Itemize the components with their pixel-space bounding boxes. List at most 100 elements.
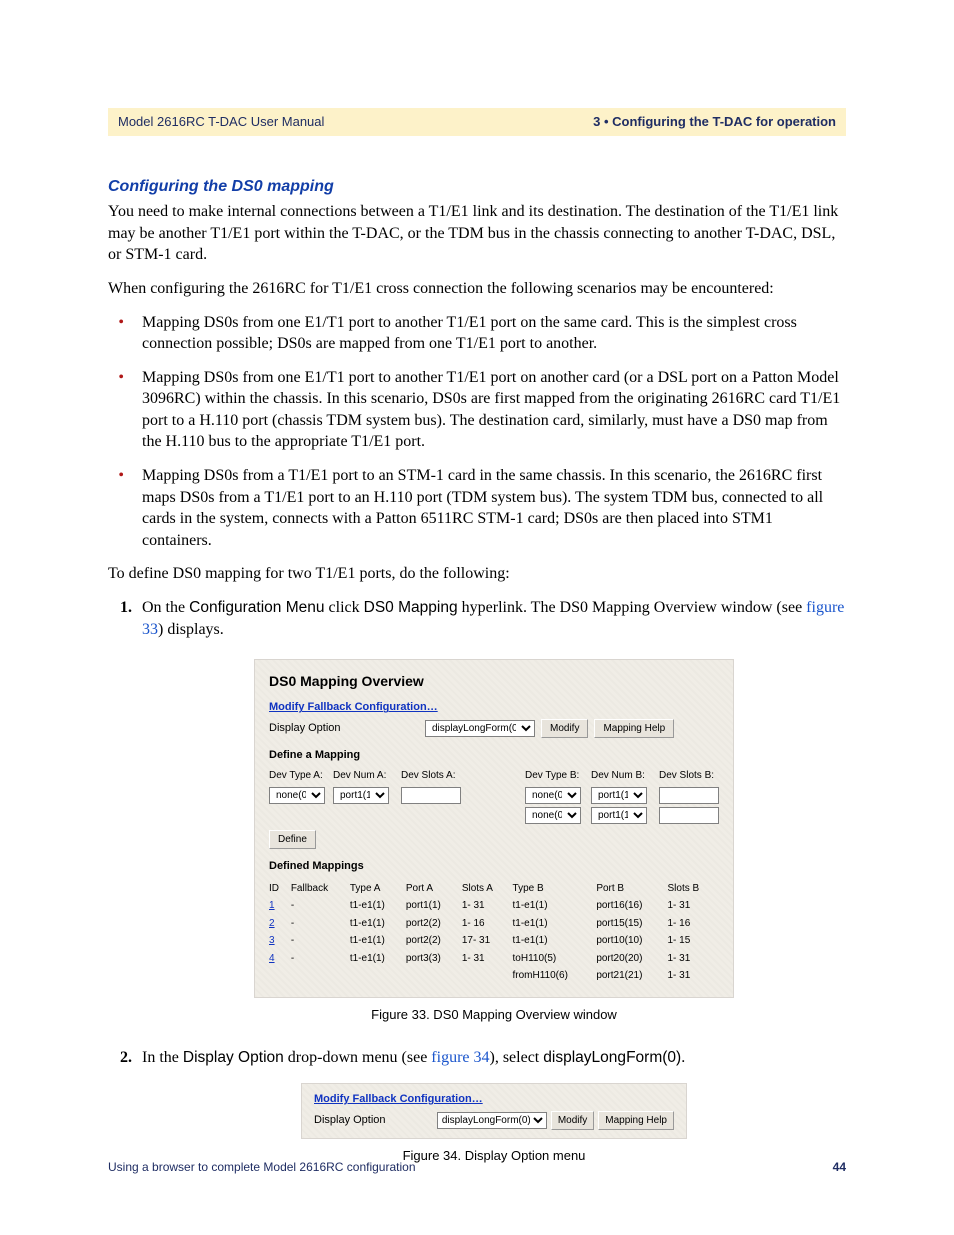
cell: t1-e1(1) <box>350 897 406 915</box>
text: ) displays. <box>158 621 224 638</box>
text: hyperlink. The DS0 Mapping Overview wind… <box>458 599 807 616</box>
figure-34: Modify Fallback Configuration… Display O… <box>301 1083 687 1139</box>
cell: 17- 31 <box>462 932 513 950</box>
cell: - <box>291 897 350 915</box>
header-bar: Model 2616RC T-DAC User Manual 3 • Confi… <box>108 108 846 136</box>
cell: port2(2) <box>406 915 462 933</box>
paragraph-2: When configuring the 2616RC for T1/E1 cr… <box>108 278 846 300</box>
defined-mappings-heading: Defined Mappings <box>269 859 719 874</box>
dev-num-a-select[interactable]: port1(1) <box>333 787 389 804</box>
cell: port21(21) <box>596 967 667 985</box>
mapping-id-link[interactable]: 2 <box>269 918 275 929</box>
modify-fallback-link[interactable]: Modify Fallback Configuration… <box>314 1092 674 1107</box>
modify-button[interactable]: Modify <box>541 719 588 738</box>
cell: port15(15) <box>596 915 667 933</box>
defined-mappings-table: ID Fallback Type A Port A Slots A Type B… <box>269 880 719 985</box>
label: Dev Num B: <box>591 769 659 783</box>
chapter-title: 3 • Configuring the T-DAC for operation <box>593 113 836 131</box>
figure-33: DS0 Mapping Overview Modify Fallback Con… <box>254 659 734 998</box>
cell: 1- 16 <box>667 915 719 933</box>
dev-type-b2-select[interactable]: none(0) <box>525 807 581 824</box>
label: Dev Type A: <box>269 769 333 783</box>
cell: t1-e1(1) <box>350 950 406 968</box>
col-slots-a: Slots A <box>462 880 513 898</box>
define-button[interactable]: Define <box>269 830 316 849</box>
cell: port16(16) <box>596 897 667 915</box>
table-row: 2-t1-e1(1)port2(2)1- 16t1-e1(1)port15(15… <box>269 915 719 933</box>
ordered-steps: On the Configuration Menu click DS0 Mapp… <box>108 597 846 1164</box>
label: Dev Num A: <box>333 769 401 783</box>
text: . <box>681 1049 685 1066</box>
table-row: 4-t1-e1(1)port3(3)1- 31toH110(5)port20(2… <box>269 950 719 968</box>
define-mapping-heading: Define a Mapping <box>269 748 719 763</box>
modify-fallback-link[interactable]: Modify Fallback Configuration… <box>269 700 719 715</box>
col-type-a: Type A <box>350 880 406 898</box>
cell: t1-e1(1) <box>350 932 406 950</box>
dev-type-b1-select[interactable]: none(0) <box>525 787 581 804</box>
ui-term: Display Option <box>183 1049 284 1066</box>
footer: Using a browser to complete Model 2616RC… <box>108 1159 846 1175</box>
text: On the <box>142 599 189 616</box>
col-fallback: Fallback <box>291 880 350 898</box>
dev-type-a-select[interactable]: none(0) <box>269 787 325 804</box>
mapping-id-link[interactable]: 4 <box>269 953 275 964</box>
bullet-list: Mapping DS0s from one E1/T1 port to anot… <box>108 312 846 552</box>
mapping-help-button[interactable]: Mapping Help <box>594 719 674 738</box>
dev-num-b1-select[interactable]: port1(1) <box>591 787 647 804</box>
col-type-b: Type B <box>513 880 597 898</box>
mapping-help-button[interactable]: Mapping Help <box>598 1111 674 1130</box>
cell: t1-e1(1) <box>513 915 597 933</box>
display-option-select[interactable]: displayLongForm(0) <box>425 720 535 737</box>
label: Dev Slots A: <box>401 769 461 783</box>
cell: port20(20) <box>596 950 667 968</box>
modify-button[interactable]: Modify <box>551 1111 594 1130</box>
cell: t1-e1(1) <box>513 932 597 950</box>
cell: 1- 31 <box>667 967 719 985</box>
cell: fromH110(6) <box>513 967 597 985</box>
col-port-a: Port A <box>406 880 462 898</box>
table-row: 3-t1-e1(1)port2(2)17- 31t1-e1(1)port10(1… <box>269 932 719 950</box>
ui-term: Configuration Menu <box>189 599 324 616</box>
dev-slots-a-input[interactable] <box>401 787 461 804</box>
display-option-label: Display Option <box>269 721 419 736</box>
text: drop-down menu (see <box>284 1049 432 1066</box>
cell: 1- 31 <box>667 897 719 915</box>
dev-num-b2-select[interactable]: port1(1) <box>591 807 647 824</box>
figure-34-link[interactable]: figure 34 <box>431 1049 489 1066</box>
cell: - <box>291 932 350 950</box>
manual-title: Model 2616RC T-DAC User Manual <box>118 113 324 131</box>
bullet-item: Mapping DS0s from one E1/T1 port to anot… <box>136 367 846 453</box>
cell: 1- 31 <box>462 950 513 968</box>
cell: port1(1) <box>406 897 462 915</box>
figure-33-caption: Figure 33. DS0 Mapping Overview window <box>142 1006 846 1024</box>
cell: - <box>291 915 350 933</box>
cell: 1- 31 <box>667 950 719 968</box>
mapping-id-link[interactable]: 3 <box>269 935 275 946</box>
dev-slots-b2-input[interactable] <box>659 807 719 824</box>
define-mapping-labels: Dev Type A: Dev Num A: Dev Slots A: Dev … <box>269 769 719 783</box>
cell: port2(2) <box>406 932 462 950</box>
ui-term: displayLongForm(0) <box>543 1049 681 1066</box>
table-row: fromH110(6)port21(21)1- 31 <box>269 967 719 985</box>
display-option-label: Display Option <box>314 1113 386 1128</box>
step-2: In the Display Option drop-down menu (se… <box>136 1047 846 1164</box>
display-option-select[interactable]: displayLongForm(0) <box>437 1112 547 1129</box>
cell: t1-e1(1) <box>350 915 406 933</box>
page-number: 44 <box>833 1159 846 1175</box>
text: click <box>325 599 364 616</box>
cell: toH110(5) <box>513 950 597 968</box>
table-row: 1-t1-e1(1)port1(1)1- 31t1-e1(1)port16(16… <box>269 897 719 915</box>
mapping-id-link[interactable]: 1 <box>269 900 275 911</box>
paragraph-3: To define DS0 mapping for two T1/E1 port… <box>108 563 846 585</box>
step-1: On the Configuration Menu click DS0 Mapp… <box>136 597 846 1023</box>
cell: 1- 31 <box>462 897 513 915</box>
label: Dev Slots B: <box>659 769 719 783</box>
cell: port10(10) <box>596 932 667 950</box>
ui-term: DS0 Mapping <box>364 599 458 616</box>
cell: 1- 15 <box>667 932 719 950</box>
cell: t1-e1(1) <box>513 897 597 915</box>
cell: 1- 16 <box>462 915 513 933</box>
cell: port3(3) <box>406 950 462 968</box>
dev-slots-b1-input[interactable] <box>659 787 719 804</box>
label: Dev Type B: <box>525 769 591 783</box>
